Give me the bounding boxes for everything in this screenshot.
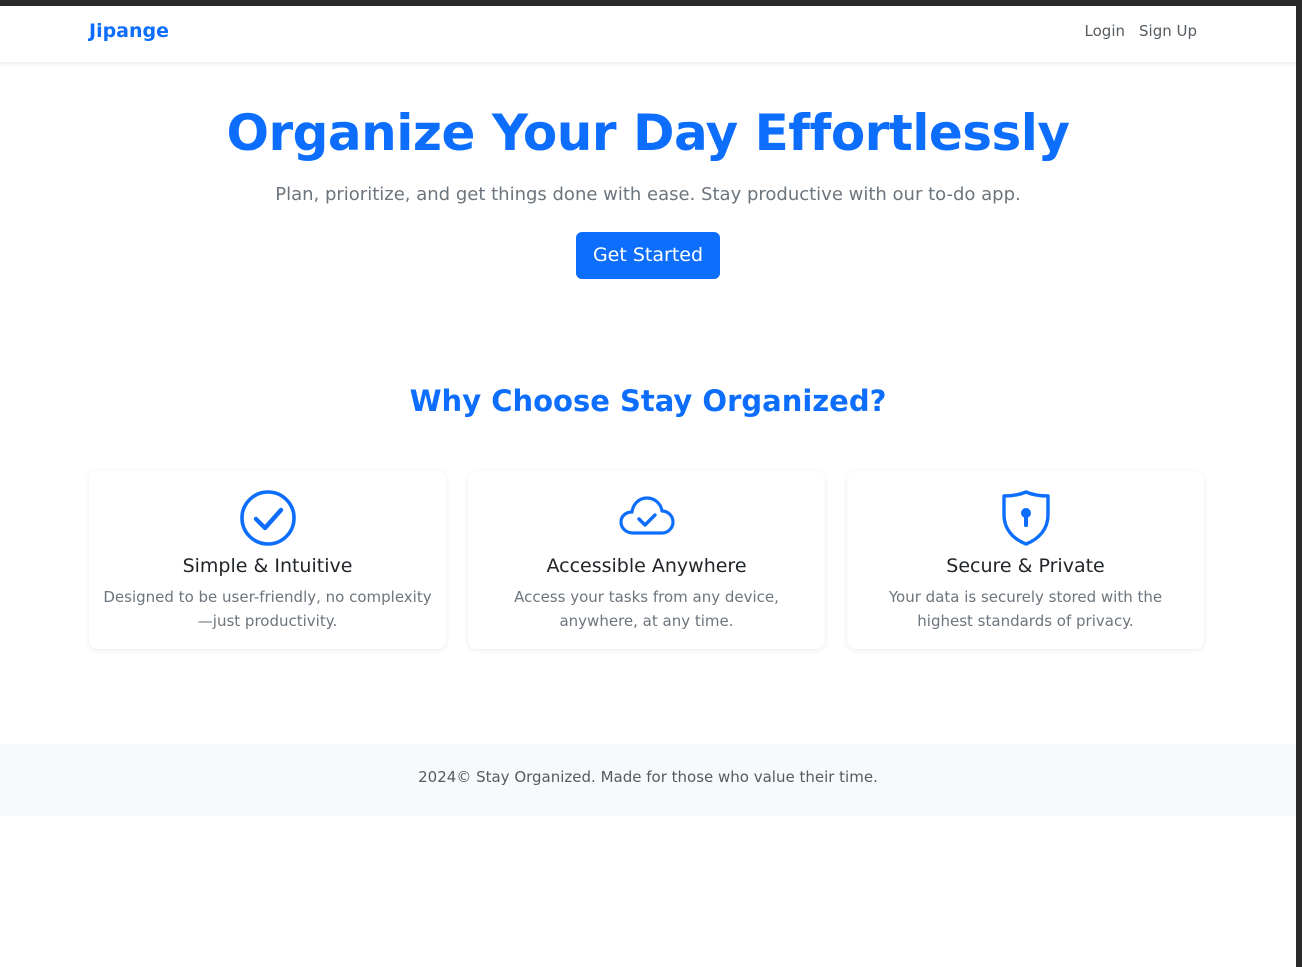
feature-card: Simple & Intuitive Designed to be user-f… [89, 471, 446, 649]
shield-lock-icon [1001, 490, 1050, 546]
navbar: Jipange Login Sign Up [0, 6, 1296, 63]
login-link[interactable]: Login [1085, 22, 1125, 40]
hero-section: Organize Your Day Effortlessly Plan, pri… [0, 98, 1296, 279]
signup-link[interactable]: Sign Up [1139, 22, 1197, 40]
nav-links: Login Sign Up [1085, 22, 1197, 40]
features-title: Why Choose Stay Organized? [409, 384, 887, 418]
feature-card-text: Access your tasks from any device, anywh… [514, 588, 779, 630]
feature-card-title: Secure & Private [946, 555, 1105, 577]
page: Jipange Login Sign Up Organize Your Day … [0, 6, 1296, 967]
feature-card: Accessible Anywhere Access your tasks fr… [468, 471, 825, 649]
feature-card: Secure & Private Your data is securely s… [847, 471, 1204, 649]
window-scrollbar-track [1296, 0, 1302, 967]
get-started-button[interactable]: Get Started [575, 232, 721, 279]
cloud-check-icon [618, 496, 675, 535]
hero-title: Organize Your Day Effortlessly [226, 104, 1070, 162]
footer-text: 2024© Stay Organized. Made for those who… [418, 768, 878, 786]
feature-card-title: Accessible Anywhere [546, 555, 747, 577]
brand-link[interactable]: Jipange [89, 20, 169, 42]
feature-card-title: Simple & Intuitive [182, 555, 353, 577]
footer: 2024© Stay Organized. Made for those who… [0, 744, 1296, 816]
feature-card-text: Your data is securely stored with the hi… [888, 588, 1163, 630]
hero-subtitle: Plan, prioritize, and get things done wi… [275, 184, 1021, 205]
feature-cards: Simple & Intuitive Designed to be user-f… [89, 471, 1204, 649]
check-circle-icon [239, 490, 296, 546]
feature-card-text: Designed to be user-friendly, no complex… [103, 588, 432, 630]
